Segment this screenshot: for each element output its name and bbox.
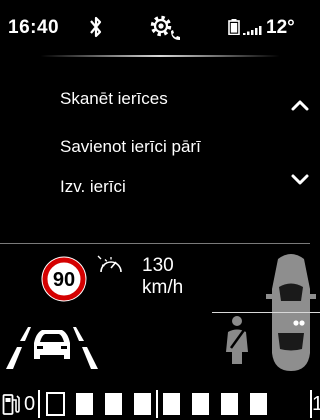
- fuel-pump-icon: [2, 394, 20, 415]
- cruise-speed-value: 130: [142, 255, 174, 276]
- lane-assist-icon: [6, 327, 98, 369]
- fuel-segment: [250, 393, 267, 415]
- fuel-segment: [76, 393, 93, 415]
- chevron-up-icon[interactable]: [290, 98, 310, 112]
- status-divider: [40, 55, 280, 57]
- car-reference-line: [212, 312, 320, 313]
- clock-time: 16:40: [8, 17, 60, 38]
- fuel-min-label: 0: [24, 393, 36, 415]
- chevron-down-icon[interactable]: [290, 173, 310, 187]
- cruise-speed-unit: km/h: [142, 277, 184, 298]
- fuel-segment: [134, 393, 151, 415]
- fuel-segment: [221, 393, 238, 415]
- cruise-control-icon: [97, 255, 122, 273]
- menu-item-scan-devices[interactable]: Skanēt ierīces: [60, 89, 168, 109]
- signal-icon: [243, 26, 262, 35]
- speed-limit-value: 90: [53, 269, 75, 291]
- fuel-segment: [163, 393, 180, 415]
- fuel-level-bar: [38, 390, 312, 418]
- fuel-segment: [105, 393, 122, 415]
- menu-item-pair-device[interactable]: Savienot ierīci pārī: [60, 137, 201, 157]
- settings-phone-icon: [150, 15, 180, 40]
- fuel-segment: [46, 392, 65, 416]
- speed-limit-sign-icon: 90: [41, 256, 87, 302]
- fuel-segment: [192, 393, 209, 415]
- fuel-bar-start-tick: [38, 390, 40, 418]
- car-top-view-icon: [266, 254, 316, 371]
- battery-icon: [228, 19, 240, 35]
- menu-item-select-device[interactable]: Izv. ierīci: [60, 177, 126, 197]
- fuel-bar-mid-tick: [156, 390, 158, 418]
- seatbelt-warning-icon: [226, 316, 248, 364]
- status-bar: 16:40 12°: [0, 0, 320, 58]
- bluetooth-icon: [90, 16, 102, 38]
- fuel-max-label: 1: [312, 393, 320, 415]
- outside-temperature: 12°: [266, 17, 295, 38]
- section-divider: [0, 243, 310, 244]
